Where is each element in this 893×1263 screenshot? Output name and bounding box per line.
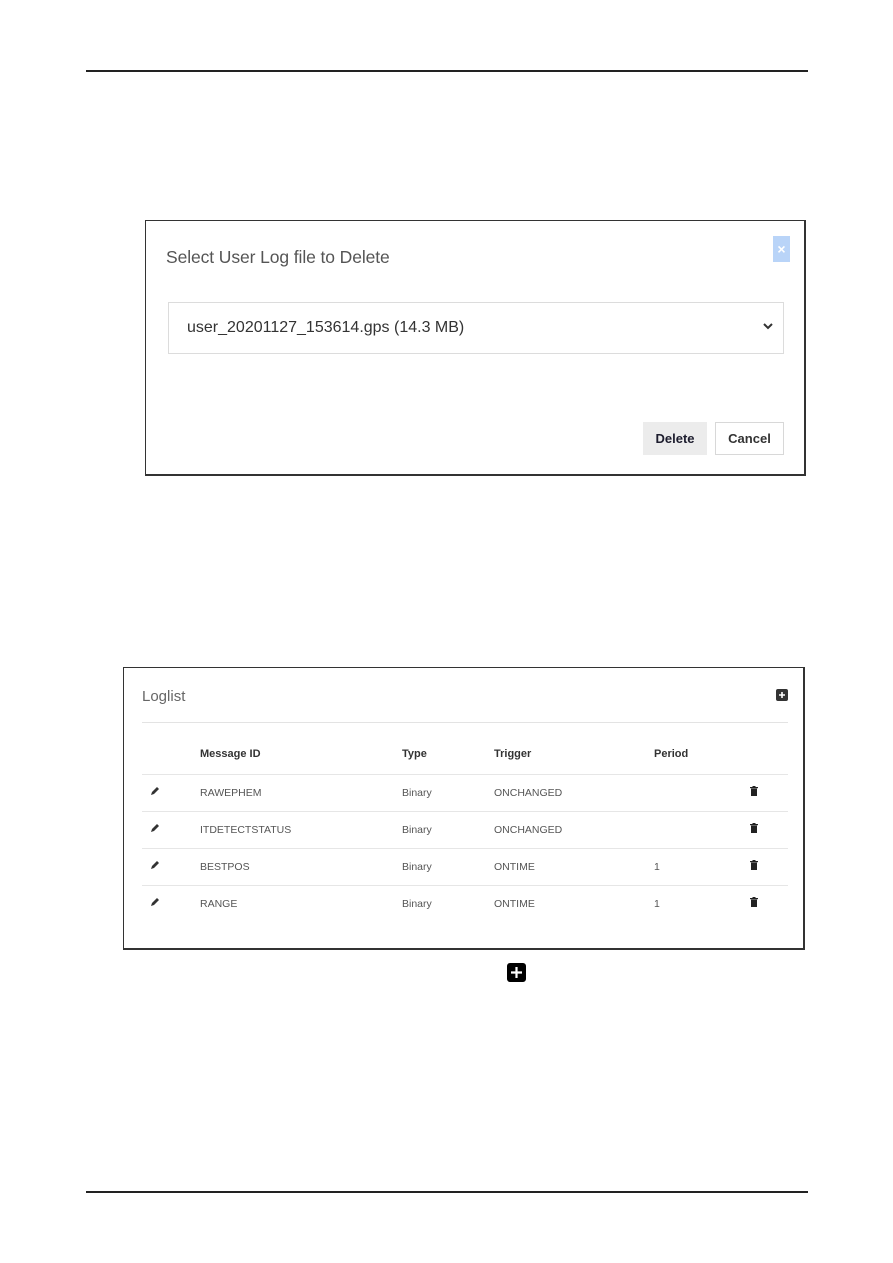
cell-type: Binary <box>402 861 432 873</box>
loglist-panel: Loglist Message ID Type Trigger Period R… <box>123 667 805 950</box>
column-header-period: Period <box>654 748 689 760</box>
cancel-button[interactable]: Cancel <box>715 422 784 455</box>
close-button[interactable]: × <box>773 236 790 262</box>
log-file-select[interactable]: user_20201127_153614.gps (14.3 MB) <box>168 302 784 354</box>
table-row: BESTPOS Binary ONTIME 1 <box>142 848 788 885</box>
row-divider <box>142 811 788 812</box>
dialog-title: Select User Log file to Delete <box>166 247 390 267</box>
cell-type: Binary <box>402 824 432 836</box>
selected-file-value: user_20201127_153614.gps (14.3 MB) <box>187 319 465 336</box>
pencil-icon[interactable] <box>150 823 160 833</box>
cell-period: 1 <box>654 898 660 910</box>
trash-icon[interactable] <box>750 786 758 796</box>
cell-message-id: RAWEPHEM <box>200 787 262 799</box>
cell-trigger: ONCHANGED <box>494 824 563 836</box>
table-row: RANGE Binary ONTIME 1 <box>142 885 788 922</box>
cell-period: 1 <box>654 861 660 873</box>
row-divider <box>142 774 788 775</box>
delete-button[interactable]: Delete <box>643 422 707 455</box>
cell-message-id: ITDETECTSTATUS <box>200 824 292 836</box>
plus-square-icon <box>507 963 526 982</box>
page-header-rule <box>86 70 808 72</box>
cell-trigger: ONCHANGED <box>494 787 563 799</box>
panel-title: Loglist <box>142 688 186 705</box>
close-icon: × <box>777 241 786 257</box>
cell-type: Binary <box>402 898 432 910</box>
column-header-type: Type <box>402 748 427 760</box>
table-row: ITDETECTSTATUS Binary ONCHANGED <box>142 811 788 848</box>
cell-message-id: BESTPOS <box>200 861 250 873</box>
page-footer-rule <box>86 1191 808 1193</box>
trash-icon[interactable] <box>750 897 758 907</box>
row-divider <box>142 848 788 849</box>
cell-trigger: ONTIME <box>494 861 535 873</box>
column-header-trigger: Trigger <box>494 748 532 760</box>
trash-icon[interactable] <box>750 860 758 870</box>
delete-log-dialog: Select User Log file to Delete × user_20… <box>145 220 806 476</box>
chevron-down-icon <box>763 323 773 330</box>
panel-divider <box>142 722 788 723</box>
pencil-icon[interactable] <box>150 786 160 796</box>
cell-type: Binary <box>402 787 432 799</box>
cell-message-id: RANGE <box>200 898 238 910</box>
row-divider <box>142 885 788 886</box>
cell-trigger: ONTIME <box>494 898 535 910</box>
plus-icon <box>511 967 522 978</box>
pencil-icon[interactable] <box>150 897 160 907</box>
add-log-button[interactable] <box>776 689 788 701</box>
column-header-message-id: Message ID <box>200 748 261 760</box>
pencil-icon[interactable] <box>150 860 160 870</box>
trash-icon[interactable] <box>750 823 758 833</box>
table-row: RAWEPHEM Binary ONCHANGED <box>142 774 788 811</box>
